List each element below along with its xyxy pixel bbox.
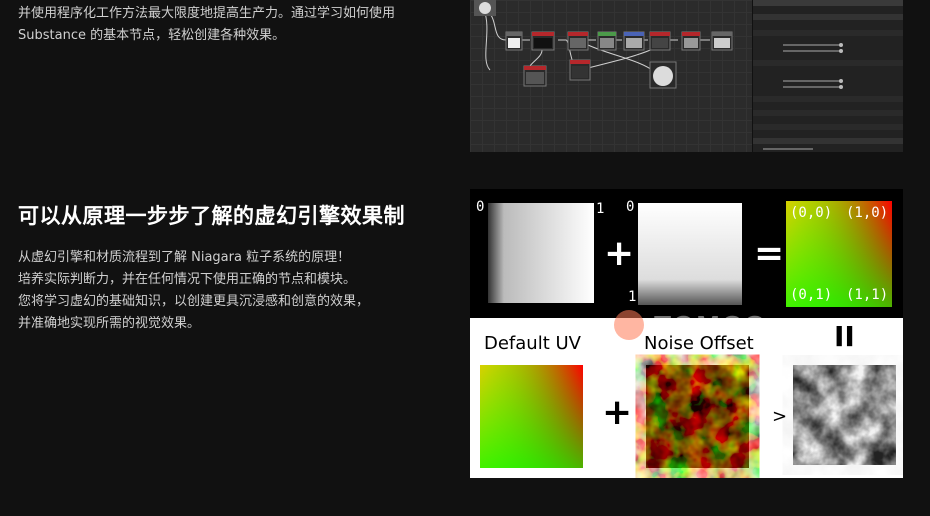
node-editor-screenshot — [470, 0, 903, 152]
greater-operator: > — [772, 406, 788, 427]
watermark-logo: TOMCG — [612, 308, 798, 342]
u-label-0: 0 — [476, 199, 485, 215]
intro-line-2: Substance 的基本节点，轻松创建各种效果。 — [18, 28, 286, 43]
uv-gradients — [488, 201, 892, 307]
corner-bottom-right: (1,1) — [846, 287, 889, 303]
intro-line-1: 并使用程序化工作方法最大限度地提高生产力。通过学习如何使用 — [18, 6, 396, 21]
node-graph — [474, 0, 733, 89]
default-uv-square — [480, 365, 583, 468]
corner-top-left: (0,0) — [790, 205, 833, 221]
v-label-0: 0 — [626, 199, 635, 215]
intro-paragraph: 并使用程序化工作方法最大限度地提高生产力。通过学习如何使用 Substance … — [18, 3, 458, 47]
uv-diagram-top: 0 1 0 1 + = (0,0) (1,0) (0,1) (1,1) — [470, 189, 903, 318]
default-uv-label: Default UV — [484, 333, 581, 354]
body-line-1: 从虚幻引擎和材质流程到了解 Niagara 粒子系统的原理！ — [18, 250, 351, 265]
plus-operator-bottom: + — [602, 392, 633, 433]
body-line-4: 并准确地实现所需的视觉效果。 — [18, 316, 201, 331]
properties-panel — [752, 0, 903, 152]
corner-bottom-left: (0,1) — [790, 287, 833, 303]
u-label-1: 1 — [596, 201, 605, 217]
body-line-3: 您将学习虚幻的基础知识，以创建更具沉浸感和创意的效果， — [18, 294, 370, 309]
section-title: 可以从原理一步步了解的虚幻引擎效果制 — [18, 204, 405, 228]
node-row — [505, 31, 733, 51]
section-body: 从虚幻引擎和材质流程到了解 Niagara 粒子系统的原理！ 培养实际判断力，并… — [18, 247, 458, 335]
cloud-result-square — [793, 365, 896, 465]
body-line-2: 培养实际判断力，并在任何情况下使用正确的节点和模块。 — [18, 272, 357, 287]
svg-text:TOMCG: TOMCG — [654, 310, 768, 341]
plus-operator: + — [604, 233, 635, 274]
equals-operator: = — [754, 233, 785, 274]
parallel-symbol: II — [834, 320, 855, 353]
v-gradient-square — [638, 203, 742, 305]
noise-offset-square — [646, 365, 749, 468]
corner-top-right: (1,0) — [846, 205, 889, 221]
u-gradient-square — [488, 203, 594, 303]
v-label-1: 1 — [628, 289, 637, 305]
